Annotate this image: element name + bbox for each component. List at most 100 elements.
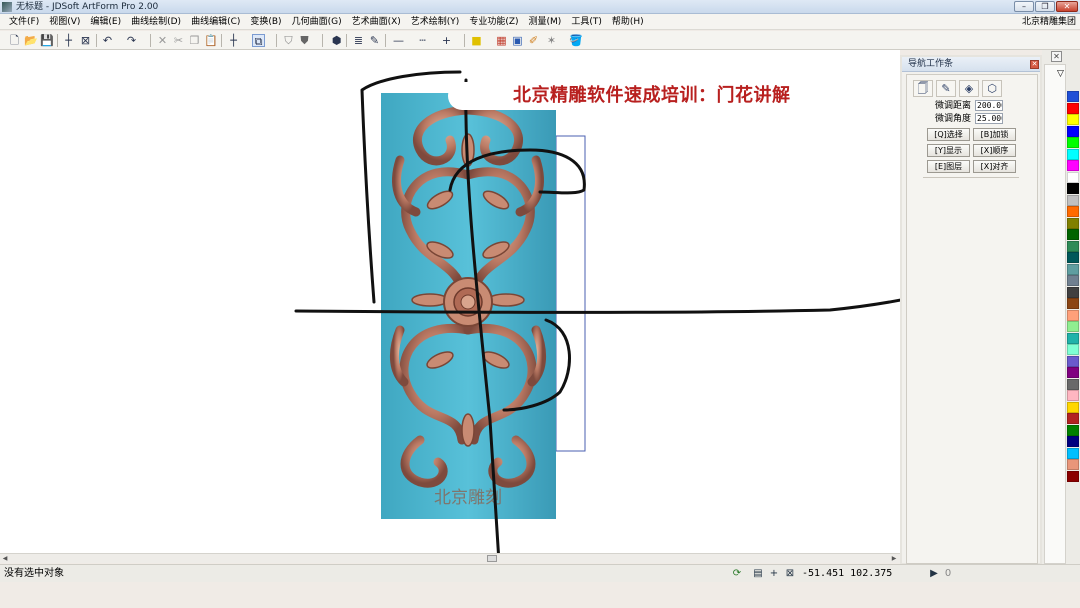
close-button[interactable]: ✕ [1056,1,1078,12]
menu-transform[interactable]: 变换(B) [245,16,286,28]
color-swatch[interactable] [1067,413,1079,424]
color-swatch[interactable] [1067,217,1079,229]
menu-geometry-surface[interactable]: 几何曲面(G) [287,16,347,28]
menu-art-draw[interactable]: 艺术绘制(Y) [406,16,465,28]
drawing-canvas[interactable]: 北京雕刻 北京精雕软件速成培训：门花讲解 [0,50,900,553]
gradient-color-icon[interactable]: ▦ [495,34,508,47]
point-icon[interactable]: ┼ [227,34,240,47]
tool-tab-icon[interactable]: ⬡ [982,80,1002,97]
shield-icon[interactable]: ⛉ [282,34,295,47]
fit-icon[interactable]: ⊠ [784,568,796,580]
pen-icon[interactable]: ✎ [368,34,381,47]
menu-help[interactable]: 帮助(H) [607,16,649,28]
nav-panel-header[interactable]: 导航工作条 ✕ [902,57,1040,72]
color-swatch[interactable] [1067,275,1079,286]
image-color-icon[interactable]: ▣ [511,34,524,47]
color-swatch[interactable] [1067,125,1079,137]
shape-tab-icon[interactable]: ◈ [959,80,979,97]
shield-filled-icon[interactable]: ⛊ [298,34,311,47]
menu-view[interactable]: 视图(V) [44,16,85,28]
fit-window-icon[interactable]: ⊠ [79,34,92,47]
menu-measure[interactable]: 测量(M) [524,16,567,28]
order-button[interactable]: [X]顺序 [973,144,1016,157]
brush-icon[interactable]: ✐ [527,34,540,47]
new-file-icon[interactable]: 🗋 [8,34,21,47]
color-swatch[interactable] [1067,171,1079,183]
fine-angle-input[interactable]: 25.000 [975,113,1003,124]
color-swatch[interactable] [1067,390,1079,401]
paste-icon[interactable]: 📋 [204,34,218,47]
color-swatch[interactable] [1067,401,1079,413]
scroll-thumb[interactable] [487,555,497,562]
redo-icon[interactable]: ↷ [125,34,138,47]
menu-curve-edit[interactable]: 曲线编辑(C) [186,16,245,28]
spray-icon[interactable]: ✶ [545,34,558,47]
menu-file[interactable]: 文件(F) [4,16,44,28]
color-swatch[interactable] [1067,206,1079,217]
minimize-button[interactable]: – [1014,1,1034,12]
display-button[interactable]: [Y]显示 [927,144,970,157]
cube-icon[interactable]: ⬢ [330,34,343,47]
color-swatch[interactable] [1067,240,1079,252]
undo-icon[interactable]: ↶ [101,34,114,47]
color-swatch[interactable] [1067,344,1079,355]
dash-style-icon[interactable]: ┄ [416,34,429,47]
menu-tools[interactable]: 工具(T) [566,16,607,28]
view-box-icon[interactable]: ⧉ [252,34,265,48]
menu-curve-draw[interactable]: 曲线绘制(D) [126,16,186,28]
crosshair-icon[interactable]: ┼ [62,34,75,47]
color-swatch[interactable] [1067,114,1079,125]
scroll-left-icon[interactable]: ◀ [0,554,10,563]
save-icon[interactable]: 💾 [40,34,54,47]
color-swatch[interactable] [1067,137,1079,148]
line-style-icon[interactable]: — [392,34,405,47]
nav-panel-close-icon[interactable]: ✕ [1030,60,1039,69]
color-swatch[interactable] [1067,194,1079,206]
color-swatch[interactable] [1067,91,1079,102]
color-swatch[interactable] [1067,459,1079,470]
color-swatch[interactable] [1067,102,1079,114]
menu-professional[interactable]: 专业功能(Z) [464,16,523,28]
color-swatch[interactable] [1067,252,1079,263]
color-swatch[interactable] [1067,263,1079,275]
yellow-color-icon[interactable]: ■ [470,34,483,47]
view-icon[interactable]: ▤ [752,568,764,580]
layer-strip[interactable] [1044,64,1066,564]
open-file-icon[interactable]: 📂 [24,34,38,47]
side-close-icon[interactable]: ✕ [1051,51,1062,62]
layer-tab-icon[interactable]: 🗍 [913,80,933,97]
color-swatch[interactable] [1067,148,1079,160]
cut-icon[interactable]: ✂ [172,34,185,47]
menu-edit[interactable]: 编辑(E) [85,16,126,28]
cross-icon[interactable]: + [768,568,780,580]
color-swatch[interactable] [1067,470,1079,482]
color-swatch[interactable] [1067,367,1079,378]
plus-point-icon[interactable]: + [440,34,453,47]
layers-icon[interactable]: ≣ [352,34,365,47]
color-swatch[interactable] [1067,332,1079,344]
color-swatch[interactable] [1067,309,1079,321]
menu-art-surface[interactable]: 艺术曲面(X) [347,16,406,28]
scroll-right-icon[interactable]: ▶ [889,554,899,563]
lock-button[interactable]: [B]加锁 [973,128,1016,141]
color-swatch[interactable] [1067,447,1079,459]
layer-button[interactable]: [E]图层 [927,160,970,173]
edit-tab-icon[interactable]: ✎ [936,80,956,97]
color-swatch[interactable] [1067,321,1079,332]
color-swatch[interactable] [1067,183,1079,194]
color-swatch[interactable] [1067,378,1079,390]
align-button[interactable]: [X]对齐 [973,160,1016,173]
color-swatch[interactable] [1067,355,1079,367]
color-swatch[interactable] [1067,436,1079,447]
color-swatch[interactable] [1067,298,1079,309]
play-icon[interactable]: ▶ [928,568,940,580]
maximize-button[interactable]: ❐ [1035,1,1055,12]
color-swatch[interactable] [1067,160,1079,171]
delete-icon[interactable]: ✕ [156,34,169,47]
color-swatch[interactable] [1067,286,1079,298]
horizontal-scrollbar[interactable]: ◀ ▶ [0,553,900,563]
copy-icon[interactable]: ❐ [188,34,201,47]
filter-icon[interactable]: ▽ [1055,69,1066,80]
color-swatch[interactable] [1067,424,1079,436]
color-swatch[interactable] [1067,229,1079,240]
